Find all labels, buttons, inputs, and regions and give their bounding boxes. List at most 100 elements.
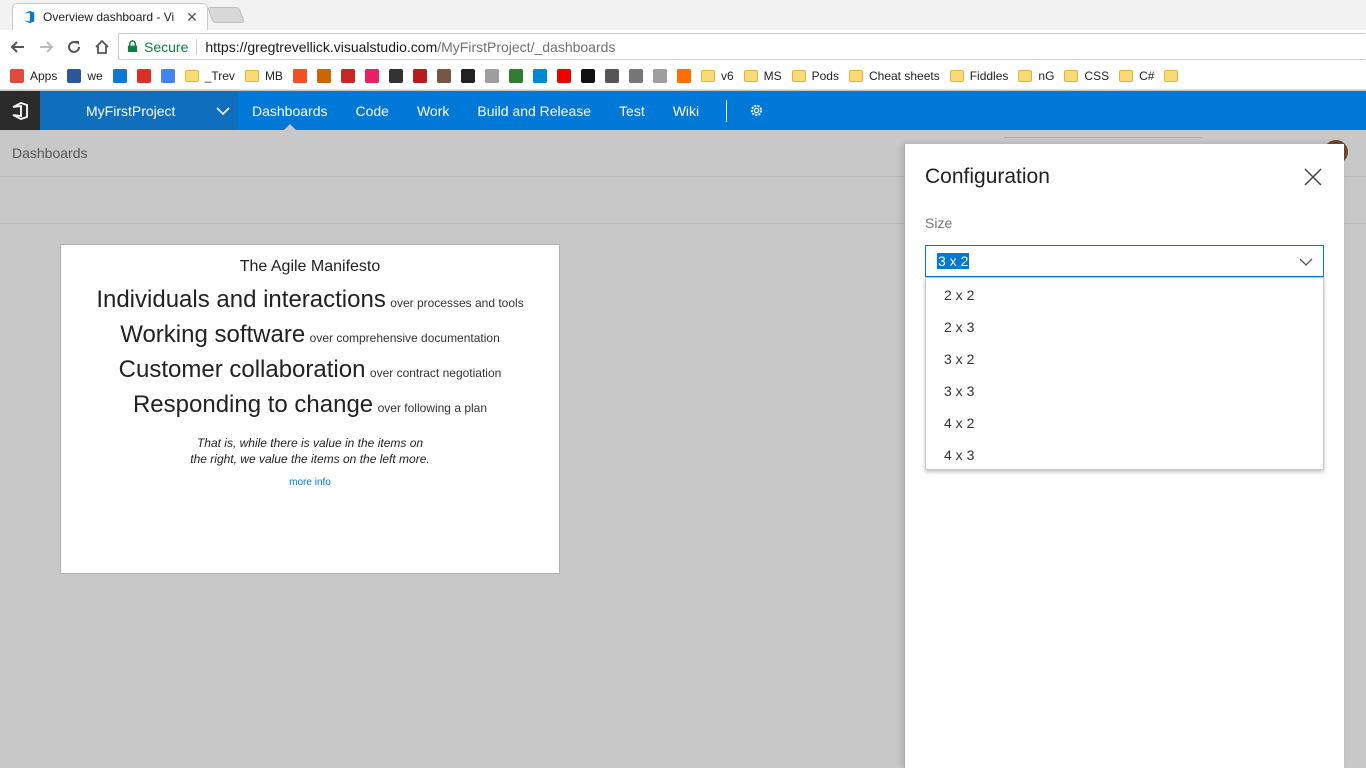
word-icon xyxy=(67,69,82,83)
apps-grid-icon xyxy=(10,69,24,83)
configuration-panel: Configuration Size 3 x 2 2 x 2 2 x 3 3 x… xyxy=(904,144,1344,768)
size-option[interactable]: 3 x 2 xyxy=(926,343,1323,375)
bookmark-item[interactable] xyxy=(340,65,355,87)
bookmark-item[interactable]: we xyxy=(67,65,103,87)
secure-indicator[interactable]: Secure xyxy=(127,38,198,55)
vsts-logo-icon[interactable] xyxy=(0,91,40,130)
size-option[interactable]: 4 x 3 xyxy=(926,439,1323,471)
manifesto-line: Individuals and interactions over proces… xyxy=(61,287,559,316)
tab-close-icon[interactable]: ✕ xyxy=(185,9,199,26)
bookmark-item[interactable] xyxy=(364,65,379,87)
bookmark-item[interactable]: _Trev xyxy=(184,65,235,87)
bookmark-item[interactable] xyxy=(412,65,427,87)
bookmark-item[interactable]: Pods xyxy=(791,65,839,87)
hand-icon xyxy=(604,69,619,83)
tools-icon xyxy=(316,69,331,83)
bookmark-item[interactable] xyxy=(556,65,571,87)
bookmark-item[interactable] xyxy=(136,65,151,87)
bookmark-item[interactable] xyxy=(580,65,595,87)
nav-work[interactable]: Work xyxy=(403,91,463,130)
reload-icon[interactable] xyxy=(60,33,88,61)
bookmark-item[interactable] xyxy=(604,65,619,87)
bookmark-item[interactable] xyxy=(652,65,667,87)
bookmark-item[interactable] xyxy=(484,65,499,87)
bookmark-item[interactable]: Cheat sheets xyxy=(848,65,940,87)
chevron-down-icon xyxy=(216,106,230,115)
size-option[interactable]: 4 x 2 xyxy=(926,407,1323,439)
gmail-icon xyxy=(136,69,151,83)
lock-icon xyxy=(127,40,138,52)
back-icon[interactable] xyxy=(4,33,32,61)
nav-dashboards[interactable]: Dashboards xyxy=(238,91,342,130)
bookmark-item[interactable]: Fiddles xyxy=(949,65,1009,87)
bookmark-label: we xyxy=(87,69,103,83)
bookmark-item[interactable]: CSS xyxy=(1064,65,1109,87)
more-info-link[interactable]: more info xyxy=(61,477,559,488)
project-selector[interactable]: MyFirstProject xyxy=(40,91,238,130)
page-icon xyxy=(652,69,667,83)
bookmark-item[interactable]: C# xyxy=(1119,65,1154,87)
bookmark-item[interactable]: MB xyxy=(244,65,283,87)
bookmark-item[interactable]: Apps xyxy=(10,65,57,87)
value-left: Responding to change xyxy=(132,391,374,418)
tab-title: Overview dashboard - Vi xyxy=(43,10,175,24)
folder-icon xyxy=(743,70,758,82)
settings-gear-icon[interactable] xyxy=(741,103,772,118)
nav-wiki[interactable]: Wiki xyxy=(659,91,713,130)
bookmark-item[interactable] xyxy=(628,65,643,87)
bookmark-item[interactable] xyxy=(160,65,175,87)
breadcrumb[interactable]: Dashboards xyxy=(12,145,88,161)
bookmark-item[interactable] xyxy=(292,65,307,87)
browser-tab[interactable]: Overview dashboard - Vi ✕ xyxy=(12,3,208,30)
red-icon xyxy=(340,69,355,83)
bookmark-label: Apps xyxy=(30,69,58,83)
bookmark-item[interactable] xyxy=(532,65,547,87)
rn-icon xyxy=(508,69,523,83)
bookmark-item[interactable]: MS xyxy=(743,65,782,87)
bookmark-label: v6 xyxy=(720,69,734,83)
close-icon[interactable] xyxy=(1302,166,1324,188)
size-option[interactable]: 2 x 2 xyxy=(926,279,1323,311)
bookmark-label: Cheat sheets xyxy=(868,69,940,83)
forward-icon[interactable] xyxy=(32,33,60,61)
chevron-down-icon xyxy=(1299,258,1313,266)
news-icon xyxy=(460,69,475,83)
bookmark-item[interactable]: v6 xyxy=(700,65,734,87)
bookmark-item[interactable] xyxy=(508,65,523,87)
nav-divider xyxy=(726,99,728,122)
bookmark-item[interactable] xyxy=(388,65,403,87)
orange-icon xyxy=(676,69,691,83)
manifesto-line: Working software over comprehensive docu… xyxy=(61,322,559,351)
nav-build-and-release[interactable]: Build and Release xyxy=(463,91,605,130)
bookmark-item[interactable] xyxy=(436,65,451,87)
size-selected-value: 3 x 2 xyxy=(937,253,970,269)
folder-icon xyxy=(848,70,863,82)
nav-test[interactable]: Test xyxy=(605,91,659,130)
quote-line: That is, while there is value in the ite… xyxy=(196,436,424,450)
microsoft-icon xyxy=(292,69,307,83)
bookmark-item[interactable] xyxy=(316,65,331,87)
address-bar[interactable]: Secure https://gregtrevellick.visualstud… xyxy=(118,33,1366,60)
bookmark-item[interactable] xyxy=(460,65,475,87)
bookmark-label: Pods xyxy=(811,69,839,83)
panel-title: Configuration xyxy=(925,165,1050,188)
calendar-icon xyxy=(160,69,175,83)
folder-icon xyxy=(1164,70,1179,82)
home-icon[interactable] xyxy=(88,33,116,61)
folder-icon xyxy=(184,70,199,82)
size-label: Size xyxy=(925,215,953,231)
new-tab-button[interactable] xyxy=(207,7,245,23)
bookmark-item[interactable]: nG xyxy=(1018,65,1054,87)
size-dropdown[interactable]: 3 x 2 xyxy=(925,245,1324,277)
bookmark-label: Fiddles xyxy=(969,69,1009,83)
nav-code[interactable]: Code xyxy=(342,91,403,130)
size-option[interactable]: 2 x 3 xyxy=(926,311,1323,343)
bookmark-item[interactable] xyxy=(1164,65,1179,87)
face-icon xyxy=(628,69,643,83)
bookmark-item[interactable] xyxy=(676,65,691,87)
goodreads-icon xyxy=(436,69,451,83)
size-option[interactable]: 3 x 3 xyxy=(926,375,1323,407)
bookmark-label: MS xyxy=(763,69,782,83)
bookmark-item[interactable] xyxy=(112,65,127,87)
santander-icon xyxy=(556,69,571,83)
